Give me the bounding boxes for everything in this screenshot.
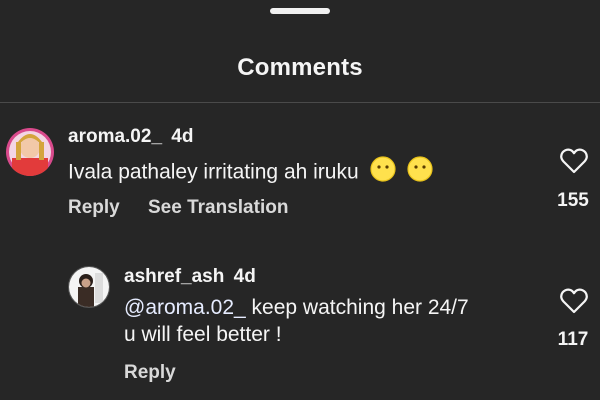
username-text[interactable]: ashref_ash bbox=[124, 266, 224, 287]
avatar-image bbox=[6, 128, 54, 176]
reply-text-line-2: u will feel better ! bbox=[124, 323, 282, 346]
like-heart-icon[interactable] bbox=[560, 288, 588, 319]
page-title: Comments bbox=[237, 54, 363, 81]
reply-age: 4d bbox=[233, 266, 256, 287]
avatar-image bbox=[69, 267, 109, 307]
header-divider bbox=[0, 102, 600, 103]
emoji-icon bbox=[369, 155, 397, 191]
reply-body-1: keep watching her 24/7 bbox=[245, 296, 469, 319]
like-count: 155 bbox=[557, 190, 589, 211]
comment-body: Ivala pathaley irritating ah iruku bbox=[68, 160, 359, 184]
avatar[interactable] bbox=[68, 266, 110, 308]
comment-username[interactable]: aroma.02_ 4d bbox=[68, 126, 193, 148]
comment-age: 4d bbox=[171, 126, 194, 147]
comments-sheet: Comments aroma.02_ 4d Ivala pathaley irr… bbox=[0, 0, 600, 400]
drag-handle[interactable] bbox=[270, 8, 330, 14]
emoji-icon bbox=[406, 155, 434, 191]
reply-username[interactable]: ashref_ash 4d bbox=[124, 266, 256, 288]
avatar[interactable] bbox=[6, 128, 54, 176]
comment-text: Ivala pathaley irritating ah iruku bbox=[68, 155, 434, 191]
reply-button[interactable]: Reply bbox=[68, 197, 120, 219]
mention-link[interactable]: @aroma.02_ bbox=[124, 296, 246, 319]
like-count: 117 bbox=[557, 329, 589, 350]
username-text[interactable]: aroma.02_ bbox=[68, 126, 162, 147]
see-translation-button[interactable]: See Translation bbox=[148, 197, 288, 219]
like-heart-icon[interactable] bbox=[560, 148, 588, 179]
reply-text-line-1: @aroma.02_ keep watching her 24/7 bbox=[124, 294, 469, 322]
reply-button[interactable]: Reply bbox=[124, 362, 176, 384]
